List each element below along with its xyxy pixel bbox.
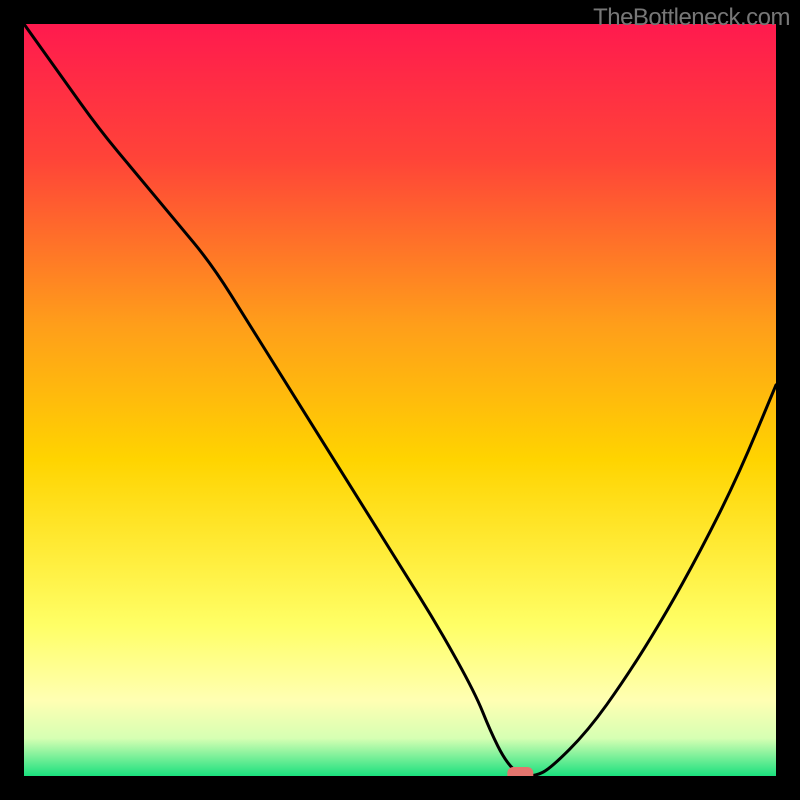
optimal-marker <box>507 767 533 776</box>
watermark-text: TheBottleneck.com <box>593 4 790 32</box>
chart-frame: TheBottleneck.com <box>0 0 800 800</box>
gradient-background <box>24 24 776 776</box>
bottleneck-chart <box>24 24 776 776</box>
